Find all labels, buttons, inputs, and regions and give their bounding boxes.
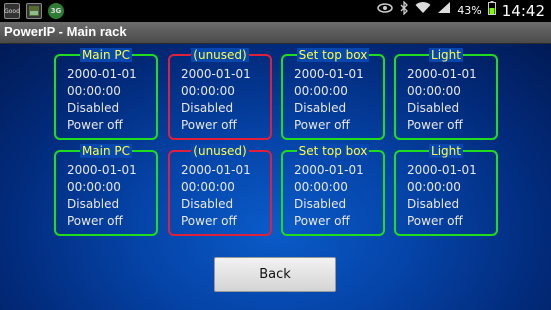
- outlet-name: Main PC: [79, 48, 133, 62]
- outlet-power: Power off: [67, 118, 123, 132]
- outlet-state: Disabled: [67, 101, 120, 115]
- outlet-time: 00:00:00: [181, 180, 235, 194]
- gallery-icon: [26, 3, 42, 19]
- battery-icon: [487, 0, 496, 22]
- outlet-state: Disabled: [407, 197, 460, 211]
- outlet-card[interactable]: (unused) 2000-01-01 00:00:00 Disabled Po…: [168, 48, 272, 140]
- outlet-card[interactable]: (unused) 2000-01-01 00:00:00 Disabled Po…: [168, 144, 272, 236]
- outlet-time: 00:00:00: [294, 84, 348, 98]
- status-time: 14:42: [501, 2, 545, 20]
- outlet-name: Set top box: [296, 48, 370, 62]
- outlet-time: 00:00:00: [407, 180, 461, 194]
- status-left-icons: Good 3G: [4, 3, 64, 19]
- outlet-date: 2000-01-01: [407, 163, 477, 177]
- status-bar: Good 3G 43% 14:42: [0, 0, 551, 22]
- outlet-card[interactable]: Main PC 2000-01-01 00:00:00 Disabled Pow…: [54, 48, 158, 140]
- outlet-name: (unused): [191, 144, 249, 158]
- outlet-name: Main PC: [79, 144, 133, 158]
- outlet-state: Disabled: [181, 197, 234, 211]
- outlet-date: 2000-01-01: [67, 67, 137, 81]
- wifi-icon: [415, 1, 431, 21]
- outlet-power: Power off: [181, 118, 237, 132]
- outlet-power: Power off: [407, 118, 463, 132]
- outlet-state: Disabled: [294, 197, 347, 211]
- outlet-date: 2000-01-01: [294, 163, 364, 177]
- outlet-card[interactable]: Set top box 2000-01-01 00:00:00 Disabled…: [281, 48, 385, 140]
- outlet-state: Disabled: [181, 101, 234, 115]
- title-bar: PowerIP - Main rack: [0, 22, 551, 44]
- outlet-name: Light: [429, 144, 463, 158]
- outlet-power: Power off: [67, 214, 123, 228]
- outlet-time: 00:00:00: [407, 84, 461, 98]
- outlet-date: 2000-01-01: [181, 163, 251, 177]
- eye-icon: [377, 1, 394, 21]
- back-button[interactable]: Back: [214, 257, 336, 292]
- outlet-state: Disabled: [407, 101, 460, 115]
- status-right-icons: 43% 14:42: [377, 0, 545, 22]
- outlet-card[interactable]: Set top box 2000-01-01 00:00:00 Disabled…: [281, 144, 385, 236]
- outlet-card[interactable]: Light 2000-01-01 00:00:00 Disabled Power…: [394, 48, 498, 140]
- page-title: PowerIP - Main rack: [4, 24, 127, 39]
- outlet-date: 2000-01-01: [407, 67, 477, 81]
- outlet-time: 00:00:00: [181, 84, 235, 98]
- battery-percent: 43%: [457, 4, 482, 17]
- outlet-state: Disabled: [294, 101, 347, 115]
- outlet-date: 2000-01-01: [294, 67, 364, 81]
- outlet-name: Set top box: [296, 144, 370, 158]
- outlet-power: Power off: [294, 118, 350, 132]
- outlet-power: Power off: [181, 214, 237, 228]
- outlet-name: (unused): [191, 48, 249, 62]
- outlet-state: Disabled: [67, 197, 120, 211]
- notification-icon: Good: [4, 3, 20, 19]
- outlet-grid: Main PC 2000-01-01 00:00:00 Disabled Pow…: [0, 44, 551, 310]
- app-icon: 3G: [48, 3, 64, 19]
- outlet-date: 2000-01-01: [67, 163, 137, 177]
- outlet-time: 00:00:00: [67, 84, 121, 98]
- bluetooth-icon: [399, 0, 409, 22]
- outlet-date: 2000-01-01: [181, 67, 251, 81]
- outlet-time: 00:00:00: [67, 180, 121, 194]
- outlet-name: Light: [429, 48, 463, 62]
- signal-icon: [437, 1, 451, 21]
- outlet-power: Power off: [407, 214, 463, 228]
- outlet-time: 00:00:00: [294, 180, 348, 194]
- outlet-card[interactable]: Main PC 2000-01-01 00:00:00 Disabled Pow…: [54, 144, 158, 236]
- outlet-card[interactable]: Light 2000-01-01 00:00:00 Disabled Power…: [394, 144, 498, 236]
- outlet-power: Power off: [294, 214, 350, 228]
